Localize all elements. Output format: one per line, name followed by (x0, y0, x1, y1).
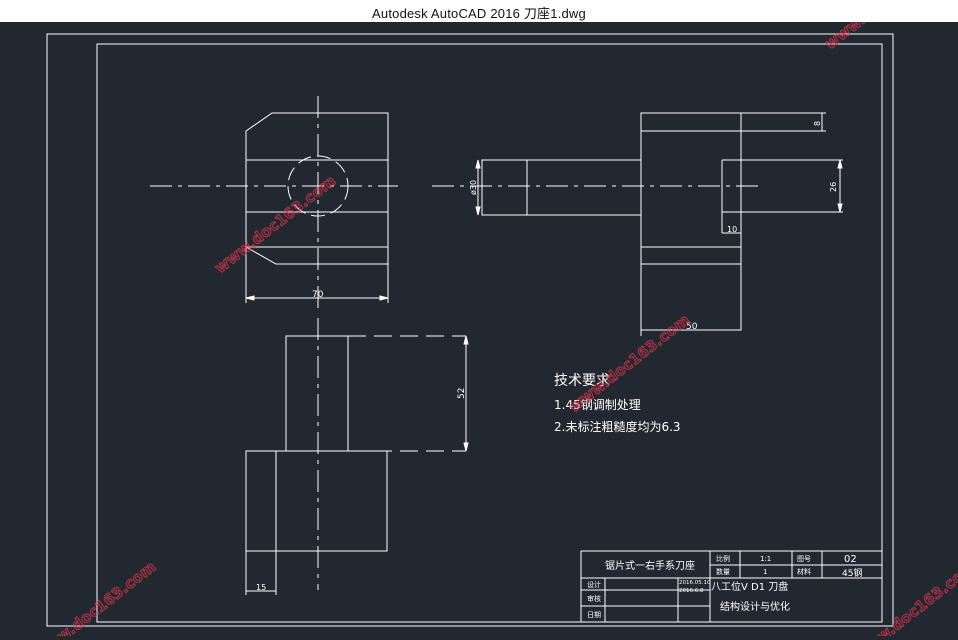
drawing-no: 02 (844, 554, 857, 565)
outer-border (46, 33, 894, 627)
checker-label: 审核 (587, 594, 601, 603)
dim-70: 70 (312, 290, 324, 300)
date-2: 2016.6.8 (679, 588, 704, 594)
top-view (245, 318, 469, 595)
date-1: 2016.05.10 (679, 580, 711, 586)
watermark-3: www.doc163.com (31, 558, 159, 636)
quantity-value: 1 (763, 568, 767, 576)
dim-10: 10 (727, 225, 737, 234)
drawing-no-label: 图号 (797, 555, 811, 563)
scale-label: 比例 (716, 554, 730, 563)
project-line2: 结构设计与优化 (720, 600, 790, 613)
dim-52: 52 (457, 388, 467, 399)
material-value: 45钢 (842, 567, 862, 579)
front-view (150, 96, 398, 314)
drawing-svg[interactable]: 70 50 ø30 8 26 10 52 15 技术要求 1.45钢调制处理 2… (0, 0, 958, 640)
dim-30: ø30 (469, 180, 478, 195)
window-title-bar: Autodesk AutoCAD 2016 刀座1.dwg (0, 0, 958, 22)
watermark-1: www.doc163.com (211, 172, 339, 277)
drawing-canvas[interactable]: 70 50 ø30 8 26 10 52 15 技术要求 1.45钢调制处理 2… (0, 0, 958, 640)
watermark-5: www.doc163.com (821, 22, 949, 53)
side-view (432, 112, 843, 336)
dim-26: 26 (829, 182, 838, 192)
dim-15: 15 (256, 583, 266, 592)
scale-value: 1:1 (760, 555, 771, 563)
material-label: 材料 (797, 567, 811, 576)
part-name: 锯片式一右手系刀座 (605, 559, 695, 572)
notes-line2: 2.未标注粗糙度均为6.3 (554, 419, 681, 434)
designer-label: 设计 (587, 580, 601, 589)
approver-label: 日期 (587, 611, 601, 619)
watermark-4: www.doc163.com (851, 558, 958, 636)
window-title: Autodesk AutoCAD 2016 刀座1.dwg (372, 6, 586, 21)
project-line1: 八工位V D1 刀盘 (711, 580, 788, 593)
quantity-label: 数量 (716, 567, 730, 576)
dim-8: 8 (813, 121, 822, 126)
